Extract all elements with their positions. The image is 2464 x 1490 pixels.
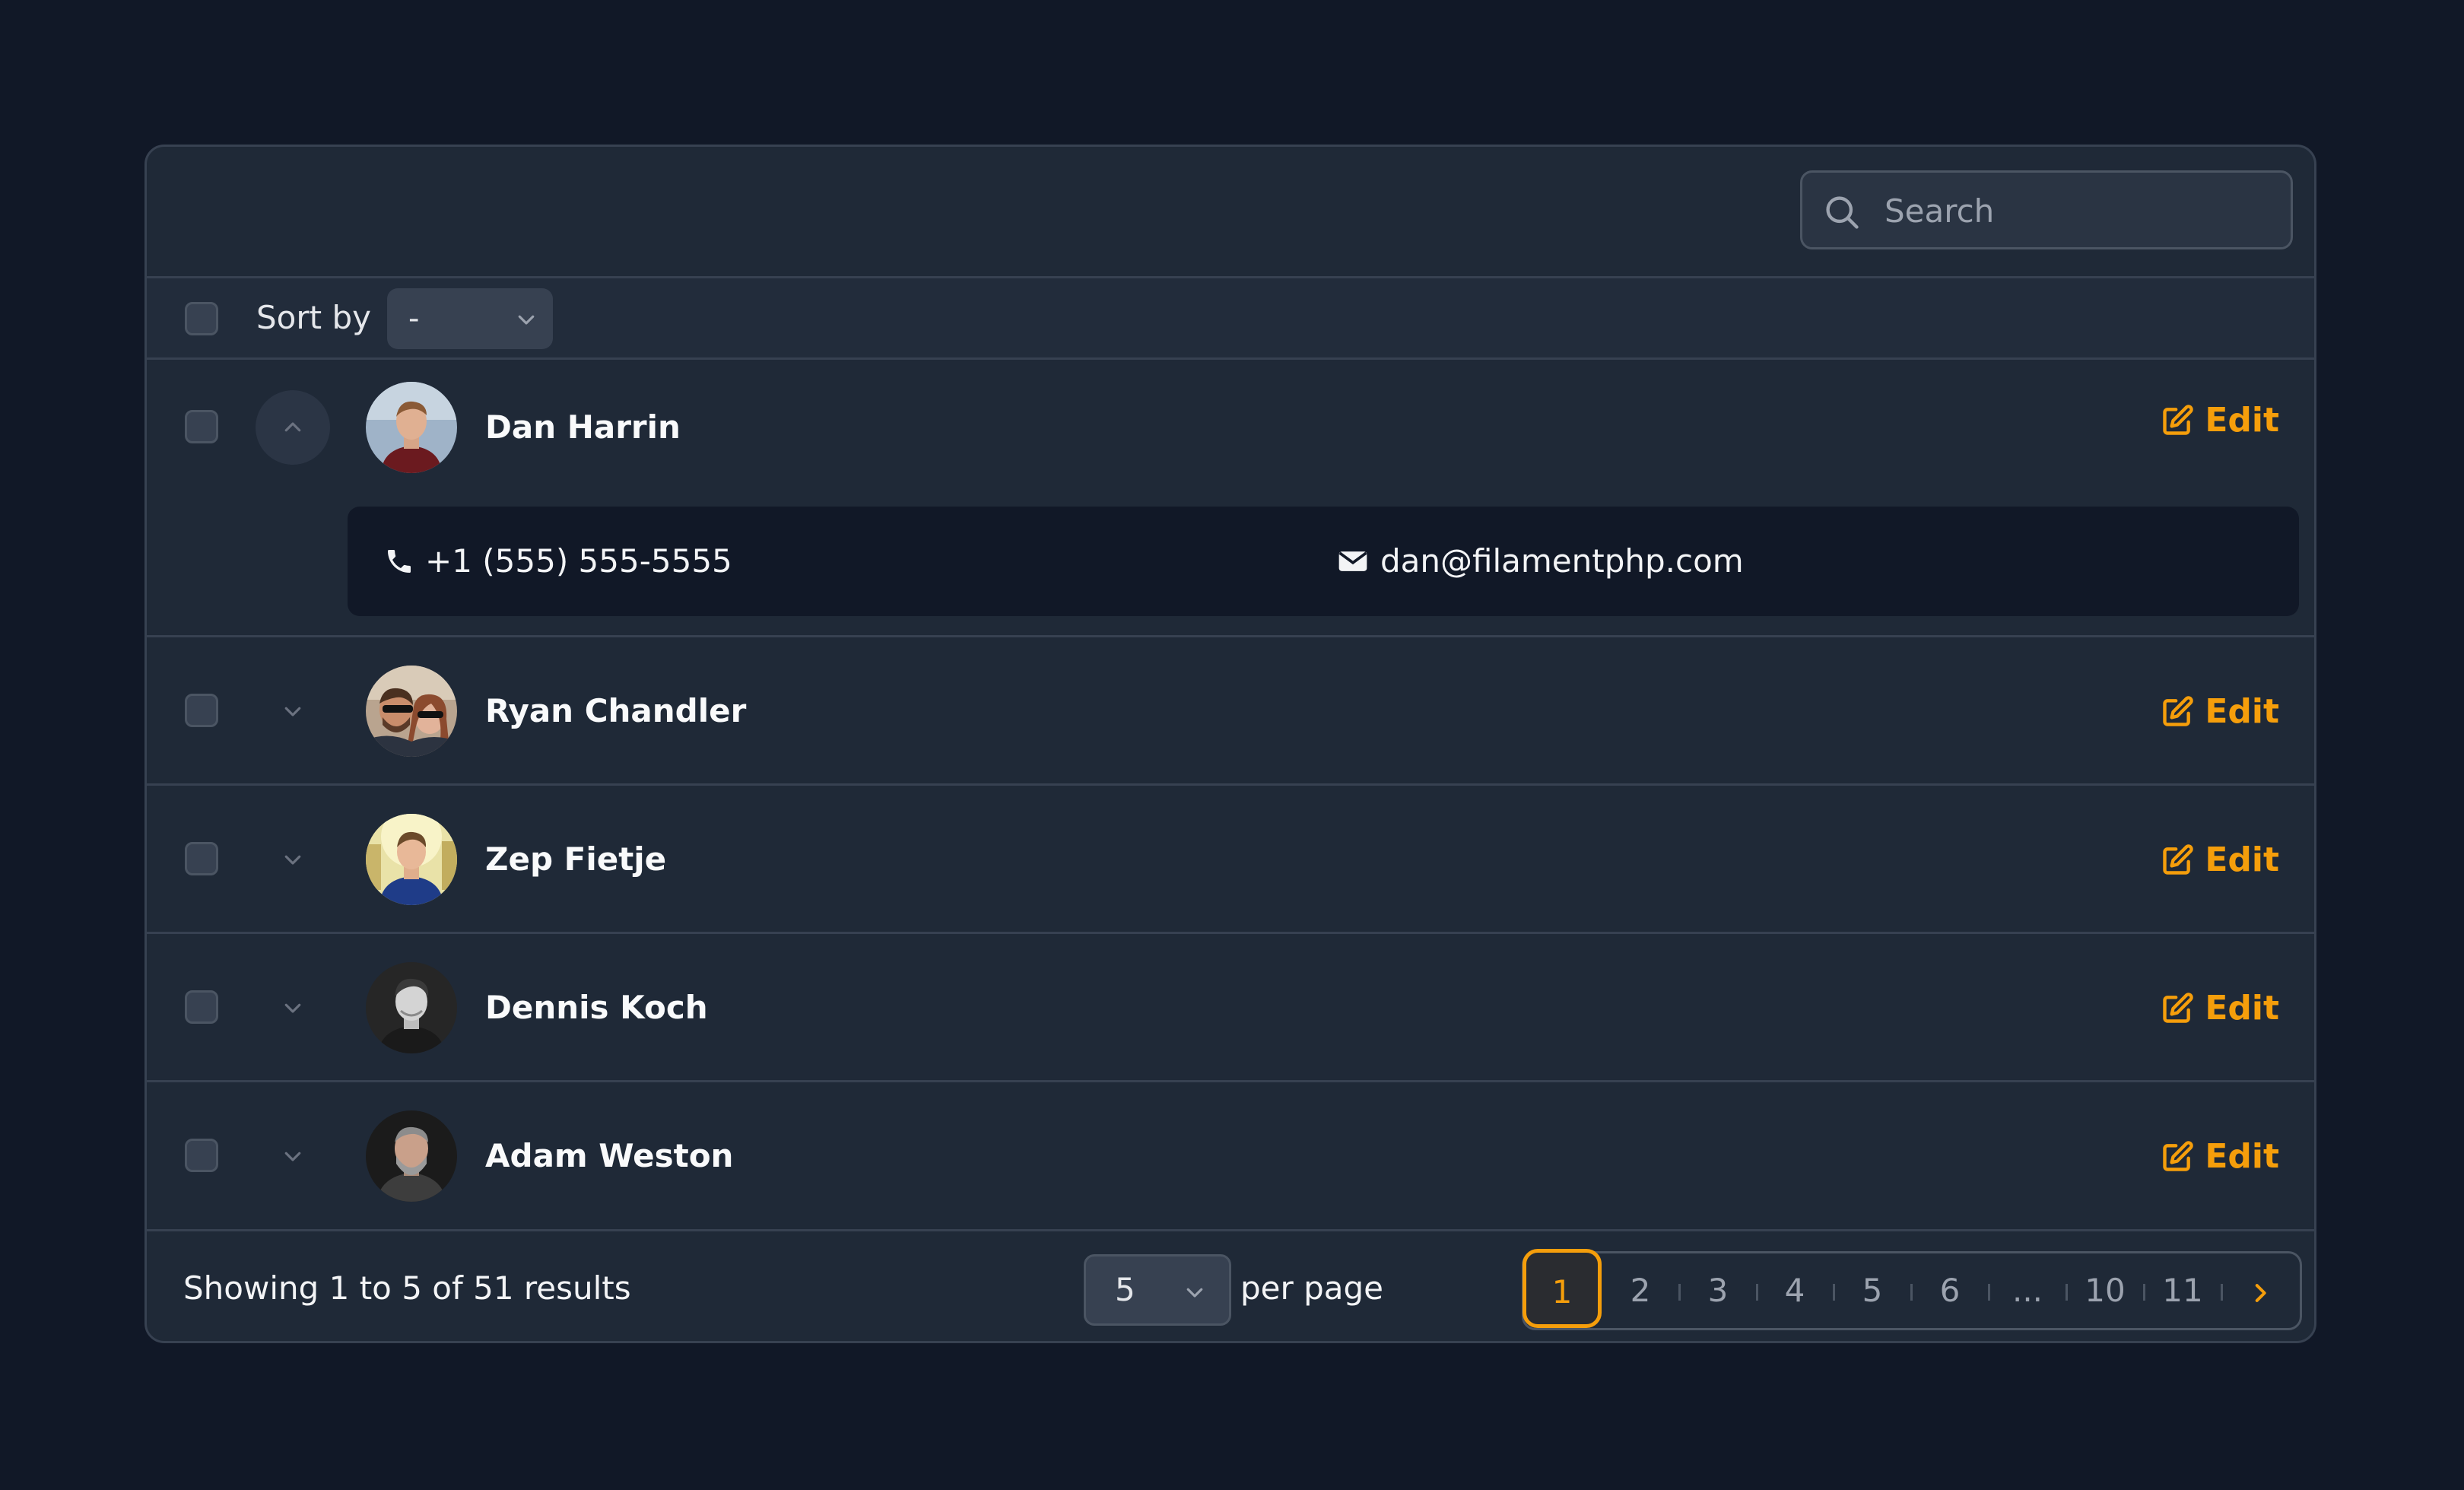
table-row: Dennis Koch Edit <box>147 934 2314 1082</box>
chevron-right-icon <box>2255 1283 2266 1302</box>
page-button-6[interactable]: 6 <box>1912 1253 1988 1328</box>
expand-toggle[interactable] <box>256 971 330 1045</box>
expand-toggle[interactable] <box>256 822 330 897</box>
row-details-panel: +1 (555) 555-5555 dan@filamentphp.com <box>348 507 2299 616</box>
expand-toggle[interactable] <box>256 1119 330 1193</box>
page-button-10[interactable]: 10 <box>2067 1253 2143 1328</box>
table-card: Sort by - Dan Harrin <box>144 145 2316 1343</box>
search-input[interactable] <box>1883 173 2281 249</box>
per-page-select[interactable]: 5 <box>1084 1254 1231 1326</box>
row-name: Dennis Koch <box>485 989 708 1026</box>
sort-select[interactable]: - <box>387 288 553 349</box>
phone-text: +1 (555) 555-5555 <box>425 542 732 580</box>
row-name: Zep Fietje <box>485 840 667 878</box>
row-name: Adam Weston <box>485 1137 734 1174</box>
row-checkbox[interactable] <box>185 694 218 727</box>
chevron-down-icon <box>518 315 535 325</box>
edit-icon <box>2163 404 2194 435</box>
edit-icon <box>2163 695 2194 726</box>
row-checkbox[interactable] <box>185 1139 218 1172</box>
edit-button[interactable]: Edit <box>2161 401 2279 440</box>
avatar <box>366 1110 457 1202</box>
expand-toggle[interactable] <box>256 674 330 748</box>
page-button-1[interactable]: 1 <box>1523 1249 1602 1328</box>
edit-icon <box>2163 843 2194 875</box>
pagination: 1 2 3 4 5 6 ... 10 11 <box>1522 1249 2302 1330</box>
sort-select-value: - <box>408 301 420 336</box>
chevron-down-icon <box>284 855 301 865</box>
phone-icon <box>388 550 411 573</box>
search-box[interactable] <box>1800 170 2293 249</box>
search-icon <box>1826 196 1859 229</box>
results-summary: Showing 1 to 5 of 51 results <box>183 1269 631 1307</box>
edit-label: Edit <box>2205 692 2279 731</box>
edit-label: Edit <box>2205 989 2279 1028</box>
chevron-down-icon <box>284 1003 301 1013</box>
edit-label: Edit <box>2205 401 2279 440</box>
email-detail: dan@filamentphp.com <box>1336 507 1744 616</box>
edit-label: Edit <box>2205 840 2279 879</box>
avatar <box>366 382 457 473</box>
page-button-11[interactable]: 11 <box>2145 1253 2221 1328</box>
edit-button[interactable]: Edit <box>2161 989 2279 1028</box>
phone-detail: +1 (555) 555-5555 <box>384 507 732 616</box>
edit-label: Edit <box>2205 1137 2279 1176</box>
row-name: Ryan Chandler <box>485 692 747 729</box>
edit-button[interactable]: Edit <box>2161 1137 2279 1176</box>
page-ellipsis: ... <box>2012 1272 2043 1309</box>
edit-button[interactable]: Edit <box>2161 692 2279 731</box>
row-name: Dan Harrin <box>485 408 681 446</box>
per-page-value: 5 <box>1115 1271 1135 1308</box>
avatar <box>366 666 457 757</box>
edit-icon <box>2163 1140 2194 1171</box>
mail-icon <box>1338 551 1367 571</box>
per-page-label: per page <box>1240 1269 1384 1307</box>
chevron-down-icon <box>1186 1288 1203 1298</box>
page-button-4[interactable]: 4 <box>1757 1253 1833 1328</box>
table-row: Adam Weston Edit <box>147 1082 2314 1231</box>
next-page-button[interactable] <box>2222 1253 2298 1328</box>
row-checkbox[interactable] <box>185 990 218 1024</box>
email-text: dan@filamentphp.com <box>1380 542 1744 580</box>
chevron-up-icon <box>284 422 301 432</box>
table-footer: Showing 1 to 5 of 51 results 5 per page … <box>147 1231 2314 1341</box>
edit-button[interactable]: Edit <box>2161 840 2279 879</box>
row-checkbox[interactable] <box>185 410 218 443</box>
table-toolbar <box>147 147 2314 276</box>
collapse-toggle[interactable] <box>256 390 330 465</box>
page-button-2[interactable]: 2 <box>1602 1253 1678 1328</box>
table-row: Dan Harrin Edit +1 (555) 555-5555 dan@fi… <box>147 360 2314 637</box>
table-row: Zep Fietje Edit <box>147 786 2314 934</box>
chevron-down-icon <box>284 707 301 716</box>
chevron-down-icon <box>284 1152 301 1161</box>
table-row: Ryan Chandler Edit <box>147 637 2314 786</box>
row-checkbox[interactable] <box>185 842 218 875</box>
select-all-checkbox[interactable] <box>185 302 218 335</box>
page-button-3[interactable]: 3 <box>1680 1253 1756 1328</box>
sort-bar: Sort by - <box>147 276 2314 360</box>
page-button-5[interactable]: 5 <box>1834 1253 1910 1328</box>
edit-icon <box>2163 992 2194 1023</box>
avatar <box>366 814 457 905</box>
avatar <box>366 962 457 1053</box>
sort-by-label: Sort by <box>256 299 371 336</box>
